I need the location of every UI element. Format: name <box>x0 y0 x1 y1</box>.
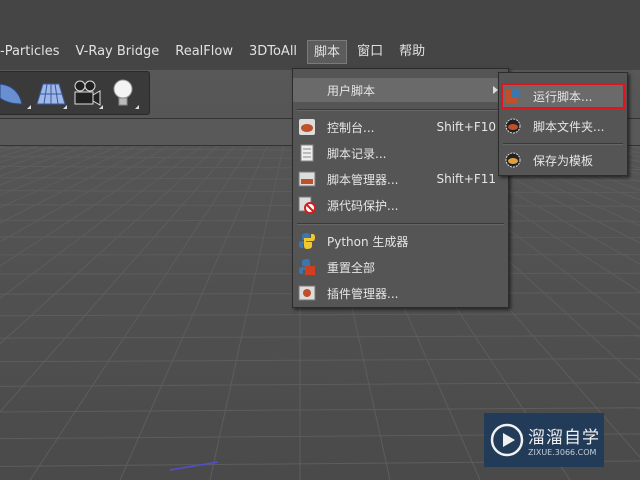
camera-icon[interactable] <box>71 75 103 111</box>
menu-item-script-manager[interactable]: 脚本管理器... Shift+F11 <box>293 167 508 191</box>
menu-separator <box>297 223 504 225</box>
menu-window[interactable]: 窗口 <box>351 40 389 64</box>
script-log-icon <box>298 144 316 162</box>
console-icon <box>298 118 316 136</box>
menu-3dtoall[interactable]: 3DToAll <box>243 40 303 64</box>
menu-separator <box>503 143 623 145</box>
watermark-title: 溜溜自学 <box>528 428 600 448</box>
sphere-icon[interactable] <box>0 75 31 111</box>
menu-item-reset-all[interactable]: 重置全部 <box>293 255 508 279</box>
script-menu-dropdown: 用户脚本 控制台... Shift+F10 脚本记录... 脚本管理器... S… <box>292 68 509 308</box>
menu-help[interactable]: 帮助 <box>393 40 431 64</box>
menu-item-plugin-manager[interactable]: 插件管理器... <box>293 281 508 305</box>
menu-item-label: 脚本文件夹... <box>533 119 605 134</box>
menu-item-user-scripts[interactable]: 用户脚本 <box>293 78 508 102</box>
menu-item-source-protection[interactable]: 源代码保护... <box>293 193 508 217</box>
menu-item-label: 运行脚本... <box>533 89 593 104</box>
shortcut-text: Shift+F11 <box>436 172 496 186</box>
source-protect-icon <box>298 196 316 214</box>
python-icon <box>298 232 316 250</box>
menu-item-script-log[interactable]: 脚本记录... <box>293 141 508 165</box>
save-template-icon <box>504 151 522 169</box>
menu-item-python-generator[interactable]: Python 生成器 <box>293 229 508 253</box>
menu-item-label: 插件管理器... <box>327 286 399 301</box>
menu-item-label: 保存为模板 <box>533 153 594 168</box>
user-scripts-submenu: 运行脚本... 脚本文件夹... 保存为模板 <box>498 72 628 176</box>
menu-item-run-script[interactable]: 运行脚本... <box>499 84 627 108</box>
watermark-subtitle: ZIXUE.3066.COM <box>528 448 597 457</box>
blank-icon <box>298 81 316 99</box>
menu-realflow[interactable]: RealFlow <box>169 40 239 64</box>
menu-item-label: 源代码保护... <box>327 198 399 213</box>
menu-item-console[interactable]: 控制台... Shift+F10 <box>293 115 508 139</box>
menu-script[interactable]: 脚本 <box>307 40 348 64</box>
plugin-manager-icon <box>298 284 316 302</box>
grid-plane-icon[interactable] <box>35 75 67 111</box>
script-folder-icon <box>504 117 522 135</box>
menu-item-label: Python 生成器 <box>327 234 409 249</box>
run-script-icon <box>504 87 522 105</box>
menu-item-script-folder[interactable]: 脚本文件夹... <box>499 114 627 138</box>
menu-particles[interactable]: -Particles <box>0 40 66 64</box>
menu-item-label: 用户脚本 <box>327 83 376 98</box>
play-logo-icon <box>490 423 524 457</box>
watermark-logo: 溜溜自学 ZIXUE.3066.COM <box>484 413 604 467</box>
shortcut-text: Shift+F10 <box>436 120 496 134</box>
menu-item-label: 重置全部 <box>327 260 376 275</box>
menu-vray-bridge[interactable]: V-Ray Bridge <box>70 40 166 64</box>
menu-item-save-as-template[interactable]: 保存为模板 <box>499 148 627 172</box>
toolbar <box>0 71 150 115</box>
menu-item-label: 脚本记录... <box>327 146 387 161</box>
menu-item-label: 控制台... <box>327 120 375 135</box>
menu-bar: -Particles V-Ray Bridge RealFlow 3DToAll… <box>0 36 640 68</box>
menu-separator <box>297 109 504 111</box>
menu-item-label: 脚本管理器... <box>327 172 399 187</box>
light-bulb-icon[interactable] <box>107 75 139 111</box>
reset-icon <box>298 258 316 276</box>
script-manager-icon <box>298 170 316 188</box>
